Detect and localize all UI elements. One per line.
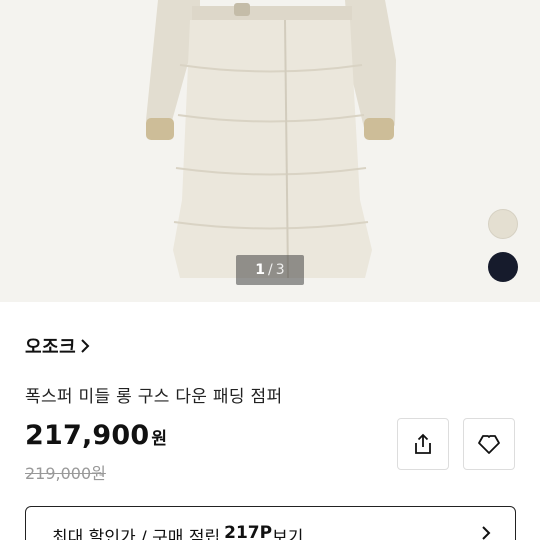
original-price: 219,000원 [25, 464, 106, 483]
chevron-right-icon [482, 526, 491, 540]
benefit-view: 보기 [272, 528, 304, 540]
benefit-points: 217P [224, 523, 273, 540]
color-swatch-navy[interactable] [488, 252, 518, 282]
price-unit: 원 [151, 429, 168, 449]
chevron-right-icon [81, 339, 90, 353]
benefit-label: 최대 할인가 / 구매 적립 [52, 528, 221, 540]
product-title: 폭스퍼 미들 롱 구스 다운 패딩 점퍼 [25, 387, 283, 407]
benefit-info-button[interactable]: 최대 할인가 / 구매 적립 217P 보기 [25, 506, 516, 540]
share-button[interactable] [397, 418, 449, 470]
like-button[interactable] [463, 418, 515, 470]
sale-price: 217,900 [25, 420, 150, 451]
color-swatch-beige[interactable] [488, 209, 518, 239]
pager-total: 3 [275, 262, 285, 278]
heart-outline-icon [478, 435, 500, 454]
price-row: 217,900 원 [25, 420, 167, 451]
brand-link[interactable]: 오조크 [25, 333, 90, 359]
pager-separator: / [268, 262, 273, 278]
share-icon [415, 433, 431, 454]
benefit-text: 최대 할인가 / 구매 적립 217P 보기 [52, 523, 303, 540]
brand-name: 오조크 [25, 337, 77, 358]
image-pager: 1 / 3 [236, 255, 304, 285]
product-image-carousel[interactable]: 1 / 3 [0, 0, 540, 302]
pager-current: 1 [255, 262, 266, 278]
